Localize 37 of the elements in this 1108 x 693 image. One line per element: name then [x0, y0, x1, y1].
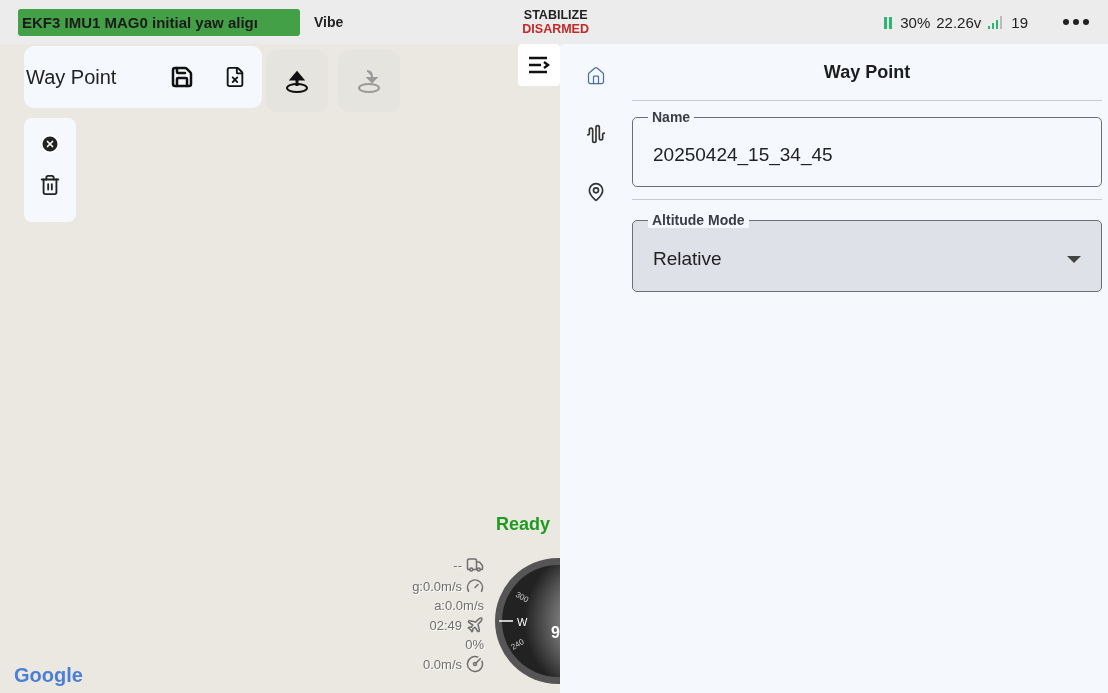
map-attribution: Google: [14, 664, 83, 687]
vibe-label: Vibe: [314, 14, 344, 30]
upload-icon: [284, 68, 310, 94]
ready-status: Ready: [496, 514, 551, 535]
status-message: EKF3 IMU1 MAG0 initial yaw aligı: [18, 8, 300, 36]
home-icon[interactable]: [586, 66, 606, 86]
wave-icon[interactable]: [586, 124, 606, 144]
speedometer-icon: [466, 577, 484, 595]
pin-icon[interactable]: [586, 182, 606, 202]
battery-icon: [882, 15, 895, 29]
panel-title: Way Point: [632, 44, 1102, 101]
satellite-count: 19: [1011, 13, 1028, 31]
climb-icon: [466, 655, 484, 673]
flight-mode: STABILIZE: [523, 8, 588, 22]
clear-icon[interactable]: [40, 134, 60, 154]
plane-icon: [466, 616, 484, 634]
arm-status: DISARMED: [522, 22, 589, 36]
voltage: 22.26v: [936, 13, 982, 31]
download-icon: [356, 68, 382, 94]
more-icon[interactable]: [1062, 18, 1090, 26]
upload-button[interactable]: [266, 50, 328, 112]
hud-reading: 0.0m/s: [423, 656, 462, 672]
hud-reading: g:0.0m/s: [412, 578, 462, 594]
dropdown-caret-icon: [1067, 255, 1081, 263]
hud-reading: a:0.0m/s: [434, 598, 484, 613]
panel-toggle-button[interactable]: [518, 44, 560, 86]
map-area[interactable]: Way Point Ready -- g:0.0m/s a:0.0m/s 02:49 0% 0.0m/s 300 W 240 9 Google: [0, 44, 560, 693]
battery-percent: 30%: [900, 13, 931, 31]
trash-icon[interactable]: [39, 174, 61, 196]
hud-reading: 02:49: [429, 617, 462, 633]
vehicle-icon: [466, 556, 484, 574]
menu-collapse-icon: [528, 56, 550, 74]
field-label: Name: [648, 109, 695, 125]
field-label: Altitude Mode: [648, 212, 749, 228]
hud-reading: 0%: [465, 637, 484, 652]
hud-reading: --: [453, 557, 462, 573]
toolbar-title: Way Point: [26, 65, 118, 89]
